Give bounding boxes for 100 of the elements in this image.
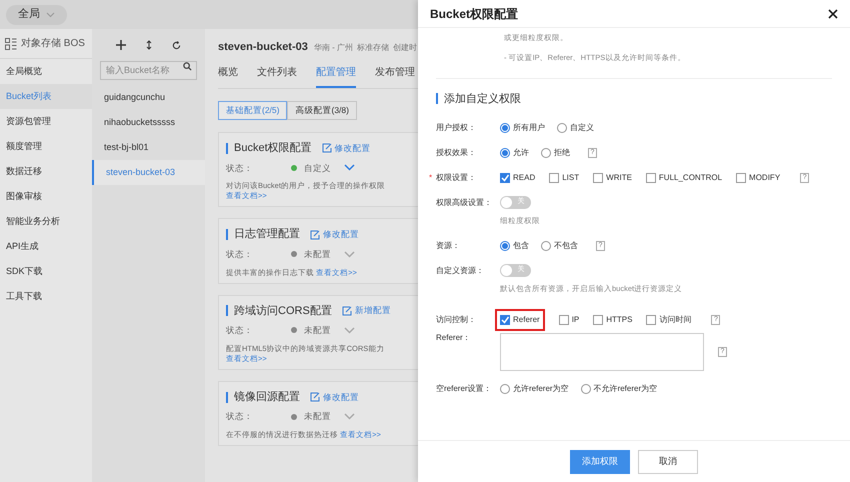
bucket-meta: 创建时 <box>392 42 417 54</box>
edit-icon <box>342 306 352 316</box>
radio-option[interactable]: 拒绝 <box>541 146 570 158</box>
sidebar-item[interactable]: 全局概览 <box>0 59 92 84</box>
sidebar-item[interactable]: SDK下载 <box>0 259 92 284</box>
checkbox[interactable] <box>593 314 604 324</box>
radio-option[interactable]: 包含 <box>500 240 529 252</box>
check-icon <box>501 174 509 182</box>
checkbox[interactable] <box>646 172 656 182</box>
chevron-down-icon[interactable] <box>344 164 355 172</box>
checkbox[interactable] <box>500 314 510 324</box>
refresh-icon[interactable] <box>172 40 181 50</box>
sidebar-item[interactable]: 数据迁移 <box>0 159 92 184</box>
sidebar-item[interactable]: 资源包管理 <box>0 109 92 134</box>
checkbox[interactable] <box>593 172 604 182</box>
bucket-item[interactable]: guidangcunchu <box>92 85 205 110</box>
grid-icon <box>5 38 17 50</box>
status-label: 状态： <box>226 162 254 174</box>
checkbox-option[interactable]: WRITE <box>593 172 632 184</box>
checkbox[interactable] <box>646 314 656 324</box>
radio-option[interactable]: 不包含 <box>541 240 578 252</box>
radio-button[interactable] <box>541 240 551 250</box>
option-label: 所有用户 <box>513 122 545 134</box>
check-icon <box>501 316 509 324</box>
radio-option[interactable]: 所有用户 <box>500 122 545 134</box>
radio-button[interactable] <box>541 148 551 158</box>
bucket-meta: 标准存储 <box>356 42 389 54</box>
search-field[interactable]: 输入Bucket名称 <box>100 60 197 80</box>
edit-icon <box>310 230 320 240</box>
checkbox-option[interactable]: FULL_CONTROL <box>646 172 722 184</box>
section-marker <box>436 93 438 104</box>
plus-icon[interactable] <box>116 40 126 50</box>
checkbox-option[interactable]: LIST <box>549 172 580 184</box>
bucket-item[interactable]: nihaobucketsssss <box>92 110 205 135</box>
checkbox[interactable] <box>549 172 560 182</box>
sidebar-item[interactable]: 工具下载 <box>0 284 92 309</box>
sidebar-item[interactable]: 图像审核 <box>0 184 92 209</box>
tab[interactable]: 文件列表 <box>257 65 297 88</box>
option-label: READ <box>513 172 536 184</box>
card-title: 镜像回源配置 <box>234 390 300 405</box>
radio-button[interactable] <box>500 148 510 158</box>
radio-button[interactable] <box>500 122 510 132</box>
option-label: 不允许referer为空 <box>594 382 658 394</box>
checkbox-option[interactable]: HTTPS <box>593 314 632 326</box>
field-label: 用户授权： <box>436 122 476 134</box>
subtab[interactable]: 高级配置(3/8) <box>287 101 357 120</box>
tab[interactable]: 发布管理 <box>375 65 415 88</box>
edit-icon <box>322 143 332 154</box>
option-label: 不包含 <box>554 240 578 252</box>
chevron-down-icon[interactable] <box>344 413 355 420</box>
referer-input[interactable] <box>500 333 704 371</box>
card-title: 日志管理配置 <box>234 226 300 242</box>
option-label: WRITE <box>606 172 632 184</box>
cancel-button[interactable]: 取消 <box>638 450 698 474</box>
radio-button[interactable] <box>500 240 510 250</box>
sidebar-item[interactable]: 智能业务分析 <box>0 209 92 234</box>
edit-icon <box>310 392 320 402</box>
checkbox[interactable] <box>736 172 746 182</box>
section-title: 添加自定义权限 <box>444 92 521 106</box>
checkbox-option[interactable]: MODIFY <box>736 172 780 184</box>
field-label: 权限设置： <box>436 172 476 184</box>
radio-option[interactable]: 自定义 <box>557 122 594 134</box>
checkbox-option[interactable]: Referer <box>495 308 545 330</box>
status-text: 未配置 <box>304 410 332 423</box>
title-marker <box>226 229 228 240</box>
sidebar-item[interactable]: API生成 <box>0 234 92 259</box>
status-text: 未配置 <box>304 248 332 260</box>
radio-button[interactable] <box>580 384 591 394</box>
option-label: 自定义 <box>570 122 594 134</box>
field-label: 授权效果： <box>436 146 476 158</box>
option-label: HTTPS <box>606 314 632 326</box>
field-label: 权限高级设置： <box>436 196 492 208</box>
option-label: IP <box>572 314 580 326</box>
option-label: 包含 <box>513 240 529 252</box>
checkbox[interactable] <box>558 314 569 324</box>
scope-dropdown[interactable]: 全局 <box>6 4 67 24</box>
checkbox[interactable] <box>500 172 510 182</box>
drawer-title: Bucket权限配置 <box>430 6 518 22</box>
bucket-item[interactable]: test-bj-bl01 <box>92 135 205 160</box>
checkbox-option[interactable]: READ <box>500 172 536 184</box>
sidebar-item[interactable]: 额度管理 <box>0 134 92 159</box>
sort-icon[interactable] <box>146 40 152 50</box>
status-label: 状态： <box>226 410 254 423</box>
checkbox-option[interactable]: IP <box>558 314 580 326</box>
required-mark: * <box>429 172 432 184</box>
radio-option[interactable]: 允许referer为空 <box>500 382 569 394</box>
radio-button[interactable] <box>500 384 510 394</box>
tab[interactable]: 概览 <box>218 65 238 88</box>
radio-option[interactable]: 不允许referer为空 <box>580 382 658 394</box>
field-label: 自定义资源： <box>436 264 484 276</box>
close-icon[interactable] <box>828 8 838 18</box>
chevron-down-icon[interactable] <box>344 326 355 334</box>
option-label: MODIFY <box>749 172 780 184</box>
radio-button[interactable] <box>557 122 567 132</box>
checkbox-option[interactable]: 访问时间 <box>646 314 692 326</box>
chevron-down-icon[interactable] <box>344 250 355 258</box>
title-marker <box>226 305 228 316</box>
option-label: 允许referer为空 <box>513 382 569 394</box>
radio-option[interactable]: 允许 <box>500 146 529 158</box>
field-label: 空referer设置： <box>436 382 492 394</box>
